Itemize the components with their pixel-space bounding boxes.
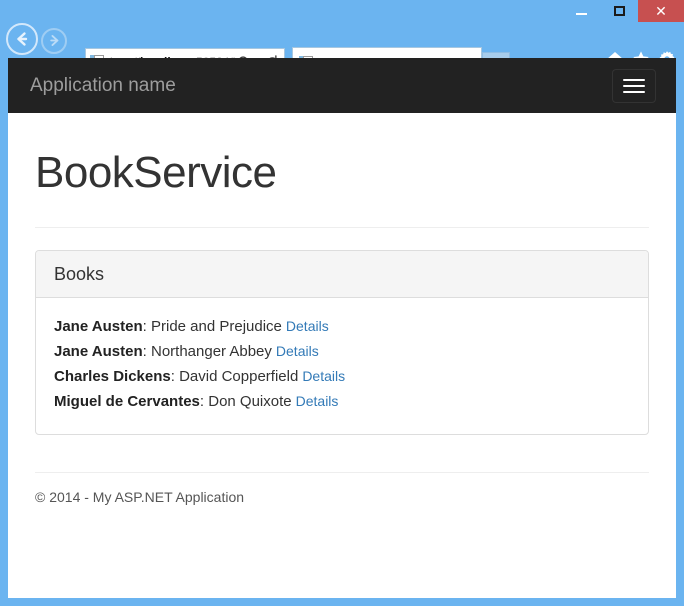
minimize-icon — [575, 13, 587, 15]
page-viewport: Application name BookService Books Jane … — [8, 58, 676, 598]
book-title: Pride and Prejudice — [150, 318, 282, 335]
details-link[interactable]: Details — [276, 343, 319, 359]
book-author: Jane Austen — [54, 318, 143, 335]
page-container: BookService Books Jane Austen: Pride and… — [8, 147, 676, 505]
hamburger-bar-1 — [623, 78, 645, 81]
list-item: Jane Austen: Pride and Prejudice Details — [54, 314, 630, 339]
books-panel-title: Books — [54, 264, 105, 284]
book-author: Charles Dickens — [54, 368, 171, 385]
navbar-toggle-button[interactable] — [612, 68, 656, 103]
hamburger-bar-3 — [623, 90, 645, 93]
maximize-icon — [613, 6, 625, 16]
book-separator: : — [142, 343, 147, 360]
books-panel-heading: Books — [36, 251, 648, 298]
arrow-left-icon — [17, 32, 28, 46]
close-icon: ✕ — [655, 3, 667, 19]
book-title: Don Quixote — [208, 393, 292, 410]
navbar-brand[interactable]: Application name — [30, 75, 176, 97]
hamburger-bar-2 — [623, 84, 645, 87]
page-footer: © 2014 - My ASP.NET Application — [35, 489, 245, 505]
book-author: Miguel de Cervantes — [54, 393, 200, 410]
book-title: Northanger Abbey — [150, 343, 272, 360]
list-item: Miguel de Cervantes: Don Quixote Details — [54, 389, 630, 414]
title-divider — [35, 227, 649, 228]
forward-button[interactable] — [41, 27, 67, 54]
browser-window: ✕ http://localhost:50524 — [0, 0, 684, 606]
list-item: Jane Austen: Northanger Abbey Details — [54, 339, 630, 364]
list-item: Charles Dickens: David Copperfield Detail… — [54, 364, 630, 389]
minimize-button[interactable] — [562, 0, 600, 22]
browser-toolbar: http://localhost:50524/h — [0, 22, 684, 78]
page-title: BookService — [35, 148, 277, 197]
books-panel: Books Jane Austen: Pride and Prejudice De… — [35, 250, 649, 435]
book-separator: : — [142, 318, 147, 335]
close-button[interactable]: ✕ — [638, 0, 684, 22]
back-button[interactable] — [6, 23, 38, 55]
book-separator: : — [199, 393, 205, 410]
navigation-arrows — [6, 23, 67, 55]
book-separator: : — [170, 368, 175, 385]
arrow-right-icon — [49, 35, 58, 46]
title-bar: ✕ — [0, 0, 684, 22]
book-title: David Copperfield — [179, 368, 299, 385]
details-link[interactable]: Details — [296, 393, 339, 409]
book-author: Jane Austen — [54, 343, 143, 360]
details-link[interactable]: Details — [286, 318, 329, 334]
maximize-button[interactable] — [600, 0, 638, 22]
site-navbar: Application name — [8, 58, 676, 113]
window-controls: ✕ — [562, 0, 684, 22]
details-link[interactable]: Details — [302, 368, 345, 384]
books-panel-body: Jane Austen: Pride and Prejudice Details … — [36, 298, 648, 434]
